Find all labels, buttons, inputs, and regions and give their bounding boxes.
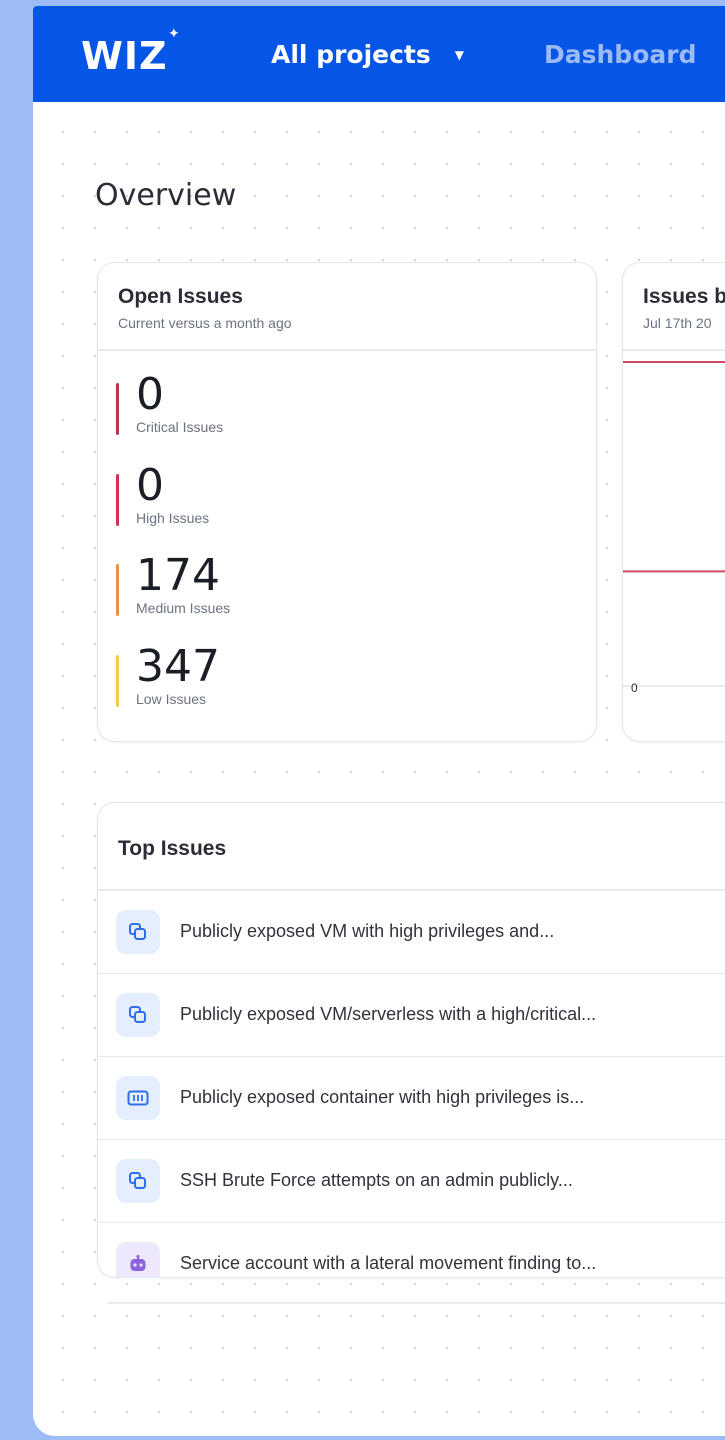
wiz-logo[interactable]: WIZ bbox=[81, 34, 168, 78]
high-issues-count: 0 bbox=[136, 460, 164, 511]
issues-chart-card[interactable]: Issues b Jul 17th 20 0 bbox=[622, 262, 725, 742]
page-title: Overview bbox=[95, 178, 237, 213]
top-navigation-bar: WIZ ✦ All projects ▼ Dashboard bbox=[33, 6, 725, 102]
vm-copy-icon bbox=[116, 910, 160, 954]
severity-bar bbox=[116, 564, 119, 616]
vm-copy-icon bbox=[116, 1159, 160, 1203]
top-issue-row[interactable]: Publicly exposed VM/serverless with a hi… bbox=[98, 974, 725, 1057]
critical-issues-label: Critical Issues bbox=[136, 419, 224, 435]
container-icon bbox=[116, 1076, 160, 1120]
severity-bar bbox=[116, 474, 119, 526]
top-issue-text: SSH Brute Force attempts on an admin pub… bbox=[180, 1170, 573, 1190]
top-issue-row[interactable]: Service account with a lateral movement … bbox=[98, 1223, 725, 1277]
low-issues-count: 347 bbox=[136, 641, 220, 692]
app-window: WIZ ✦ All projects ▼ Dashboard Overview … bbox=[33, 6, 725, 1436]
vm-copy-icon bbox=[116, 993, 160, 1037]
caret-down-icon: ▼ bbox=[454, 47, 464, 62]
top-issue-text: Service account with a lateral movement … bbox=[180, 1253, 597, 1273]
top-issue-text: Publicly exposed container with high pri… bbox=[180, 1087, 585, 1107]
logo-sparkle-icon: ✦ bbox=[168, 25, 180, 41]
severity-bar bbox=[116, 383, 119, 435]
critical-issues-count: 0 bbox=[136, 369, 164, 420]
top-issue-row[interactable]: SSH Brute Force attempts on an admin pub… bbox=[98, 1140, 725, 1223]
project-selector[interactable]: All projects ▼ bbox=[271, 40, 464, 69]
top-issue-row[interactable]: Publicly exposed container with high pri… bbox=[98, 1057, 725, 1140]
top-issue-text: Publicly exposed VM/serverless with a hi… bbox=[180, 1004, 597, 1024]
low-issues-label: Low Issues bbox=[136, 691, 207, 707]
open-issues-card[interactable]: Open Issues Current versus a month ago 0… bbox=[97, 262, 597, 742]
project-selector-label: All projects bbox=[271, 40, 431, 69]
high-issues-label: High Issues bbox=[136, 510, 210, 526]
service-account-icon bbox=[116, 1242, 160, 1277]
issues-line-chart bbox=[623, 361, 725, 687]
series-line-1 bbox=[623, 570, 725, 573]
top-issues-title: Top Issues bbox=[118, 837, 227, 860]
issues-chart-title: Issues b bbox=[643, 285, 725, 308]
open-issues-subtitle: Current versus a month ago bbox=[118, 315, 292, 331]
issues-chart-subtitle: Jul 17th 20 bbox=[643, 315, 712, 331]
y-axis-zero-label: 0 bbox=[631, 681, 638, 695]
top-issue-text: Publicly exposed VM with high privileges… bbox=[180, 921, 555, 941]
divider bbox=[98, 349, 596, 351]
top-issues-card: Top Issues Publicly exposed VM with high… bbox=[97, 802, 725, 1278]
top-issue-row[interactable]: Publicly exposed VM with high privileges… bbox=[98, 891, 725, 974]
open-issues-title: Open Issues bbox=[118, 285, 243, 308]
severity-bar bbox=[116, 655, 119, 707]
medium-issues-count: 174 bbox=[136, 550, 220, 601]
divider bbox=[107, 1302, 725, 1304]
nav-dashboard-link[interactable]: Dashboard bbox=[544, 40, 696, 69]
medium-issues-label: Medium Issues bbox=[136, 600, 231, 616]
